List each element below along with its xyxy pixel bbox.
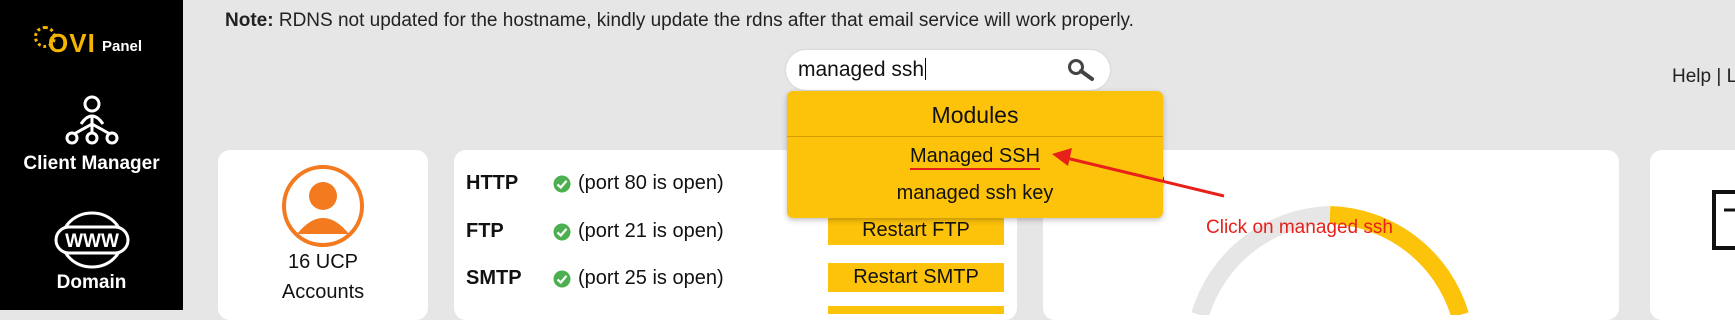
service-status: (port 21 is open) — [578, 220, 724, 242]
annotation-text: Click on managed ssh — [1206, 217, 1393, 238]
restart-button-partial[interactable] — [828, 306, 1004, 314]
check-icon — [553, 175, 571, 193]
modules-dropdown: Modules Managed SSH managed ssh key — [787, 91, 1163, 218]
sidebar-item-label: Client Manager — [23, 153, 160, 174]
service-name: HTTP — [466, 172, 519, 194]
check-icon — [553, 223, 571, 241]
sidebar-item-client-manager[interactable]: Client Manager — [0, 90, 183, 175]
module-item-managed-ssh-key[interactable]: managed ssh key — [787, 182, 1163, 205]
check-icon — [553, 270, 571, 288]
user-avatar-icon — [282, 165, 364, 247]
accounts-label: Accounts — [281, 281, 365, 303]
client-manager-icon — [65, 95, 118, 145]
module-item-managed-ssh[interactable]: Managed SSH — [787, 145, 1163, 170]
module-search[interactable]: managed ssh — [786, 50, 1110, 90]
ovipanel-logo[interactable]: OVI Panel — [34, 24, 154, 60]
search-icon[interactable] — [1066, 58, 1094, 82]
service-name: SMTP — [466, 267, 522, 289]
svg-text:WWW: WWW — [65, 231, 119, 252]
document-icon — [1712, 190, 1735, 250]
logo-sub-text: Panel — [102, 38, 143, 55]
help-link[interactable]: Help | L — [1672, 66, 1735, 88]
www-icon: WWW — [54, 211, 129, 269]
search-input[interactable]: managed ssh — [798, 58, 927, 82]
service-status: (port 25 is open) — [578, 267, 724, 289]
logo-main-text: OVI — [48, 28, 96, 58]
sidebar-item-domain[interactable]: WWW Domain — [0, 209, 183, 294]
dropdown-title: Modules — [931, 102, 1019, 128]
service-status: (port 80 is open) — [578, 172, 724, 194]
service-name: FTP — [466, 220, 504, 242]
text-caret — [925, 58, 927, 80]
rdns-note: Note: RDNS not updated for the hostname,… — [225, 10, 1134, 32]
accounts-count: 16 UCP — [287, 251, 359, 273]
note-prefix: Note: — [225, 10, 274, 31]
sidebar-item-label: Domain — [56, 272, 127, 293]
sidebar: OVI Panel Client Manager WWW Domain — [0, 0, 183, 310]
dropdown-divider — [787, 136, 1163, 137]
restart-ftp-button[interactable]: Restart FTP — [828, 216, 1004, 245]
note-text: RDNS not updated for the hostname, kindl… — [278, 10, 1134, 31]
restart-smtp-button[interactable]: Restart SMTP — [828, 263, 1004, 292]
